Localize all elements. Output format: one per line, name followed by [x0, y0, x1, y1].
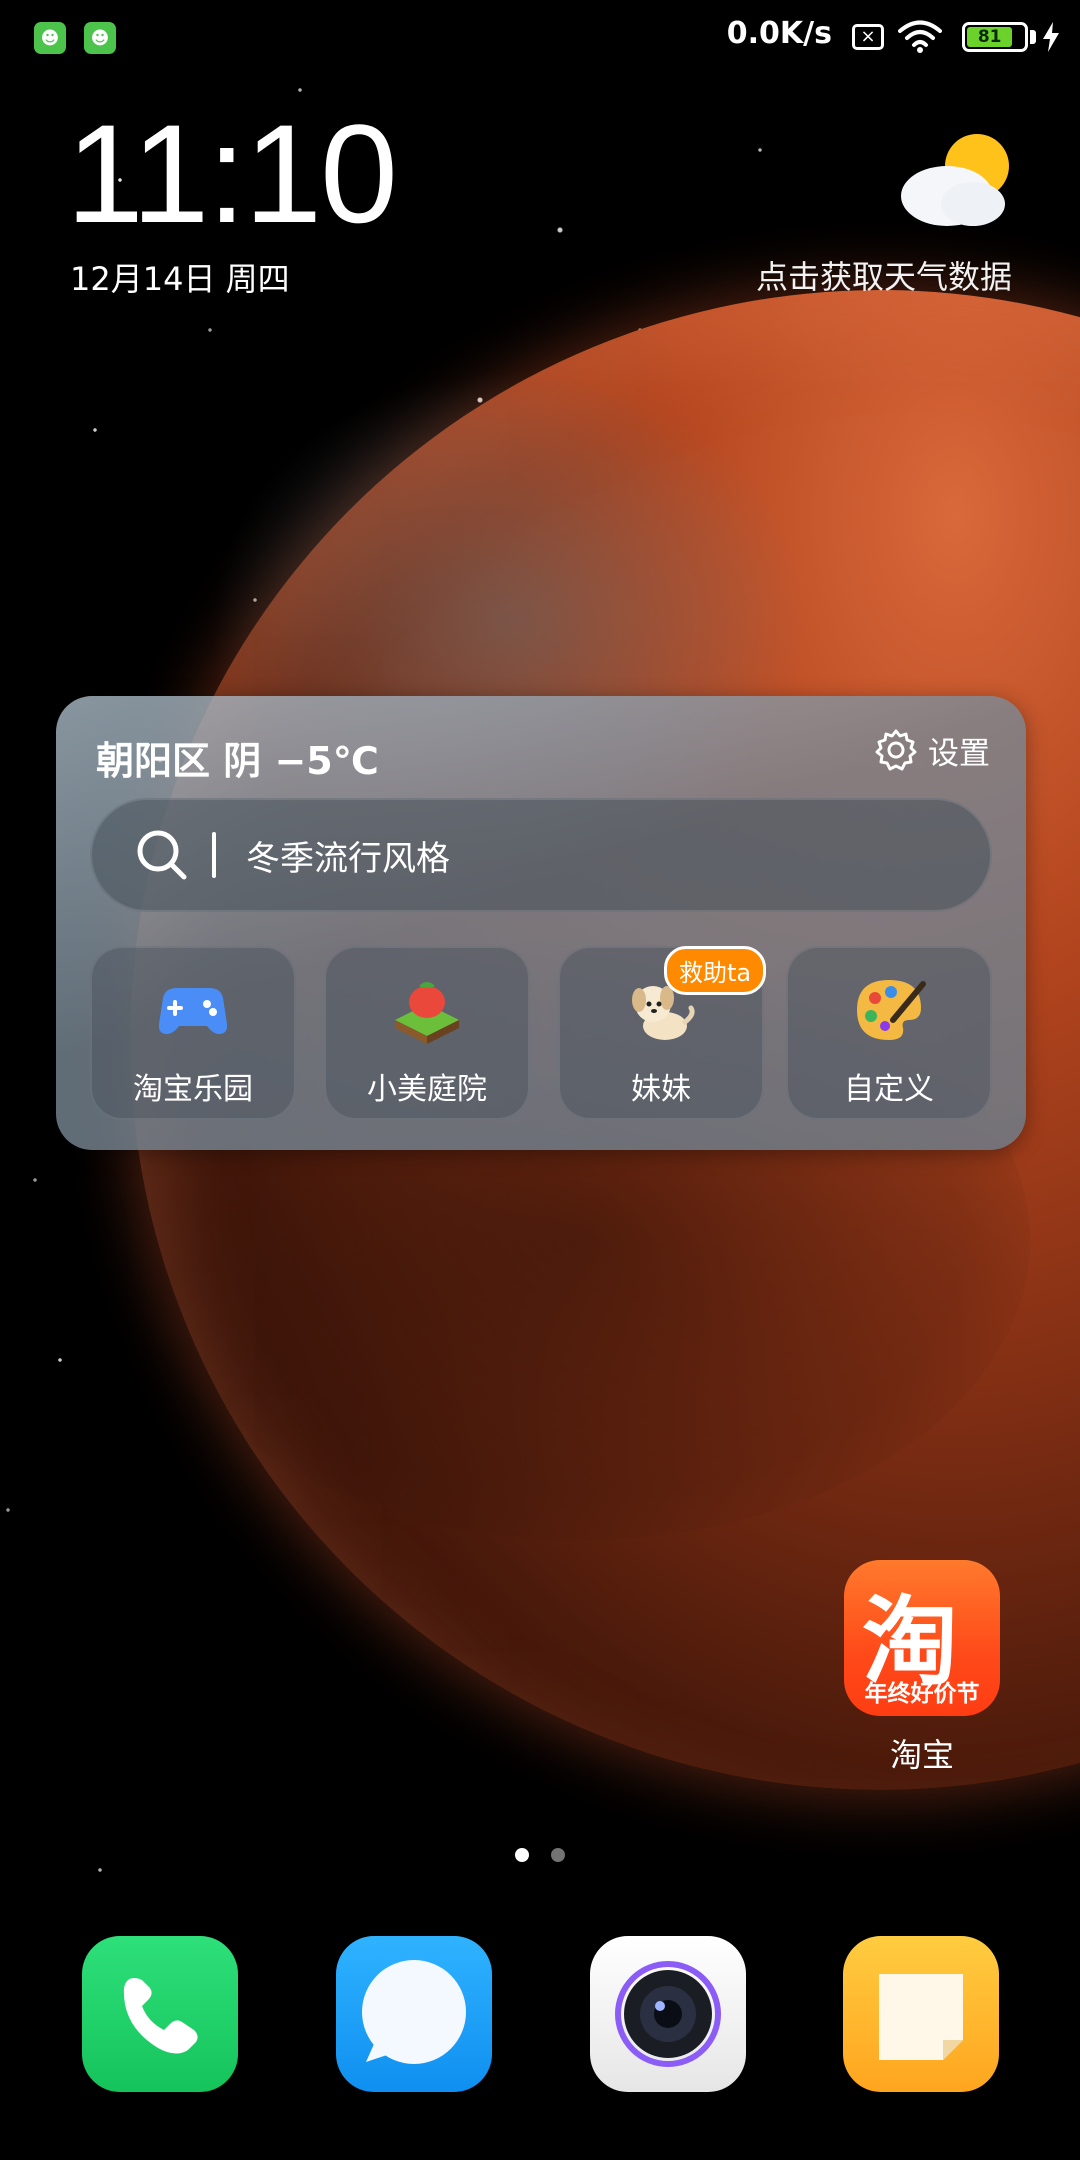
gear-icon	[875, 729, 917, 771]
dock-messages-app[interactable]	[336, 1936, 492, 2092]
taobao-app-icon: 淘 年终好价节	[844, 1560, 1000, 1716]
clock-time[interactable]: 11:10	[66, 104, 398, 244]
clock-date[interactable]: 12月14日 周四	[70, 254, 290, 300]
shortcut-label: 妹妹	[631, 1072, 691, 1107]
phone-icon	[123, 1978, 198, 2054]
dock-camera-app[interactable]	[590, 1936, 746, 2092]
partly-cloudy-icon[interactable]	[895, 130, 1015, 230]
page-indicator[interactable]	[0, 1848, 1080, 1862]
battery-icon: 81	[962, 22, 1028, 52]
notification-app-icon: ☻	[84, 22, 116, 54]
dock-notes-app[interactable]	[843, 1936, 999, 2092]
search-icon	[137, 830, 187, 880]
message-bubble-icon	[362, 1960, 466, 2064]
shortcut-label: 小美庭院	[367, 1072, 487, 1107]
app-label: 淘宝	[889, 1736, 954, 1774]
search-widget: 朝阳区 阴 −5℃ 设置 冬季流行风格 淘宝乐园 小美庭院 妹妹 救助ta 自定…	[56, 696, 1026, 1150]
charging-bolt-icon	[1043, 22, 1059, 52]
notes-icon	[879, 1974, 963, 2060]
taobao-promo-text: 年终好价节	[864, 1681, 980, 1707]
shortcut-taobao-paradise[interactable]: 淘宝乐园	[90, 946, 296, 1120]
wifi-icon	[898, 20, 942, 53]
shortcut-label: 自定义	[844, 1072, 934, 1107]
battery-cap	[1030, 30, 1036, 44]
camera-icon	[615, 1961, 721, 2067]
sim-none-icon: ×	[852, 24, 884, 50]
garden-icon	[395, 982, 459, 1044]
network-speed: 0.0K/s	[726, 16, 832, 51]
settings-label: 设置	[928, 735, 990, 772]
search-input[interactable]: 冬季流行风格	[90, 798, 992, 912]
shortcut-customize[interactable]: 自定义	[786, 946, 992, 1120]
battery-percent: 81	[977, 27, 1002, 47]
shortcut-xiaomei-garden[interactable]: 小美庭院	[324, 946, 530, 1120]
notification-app-icon: ☻	[34, 22, 66, 54]
shortcut-label: 淘宝乐园	[133, 1072, 253, 1107]
status-bar: ☻ ☻ 0.0K/s × 81	[0, 0, 1080, 76]
weather-prompt[interactable]: 点击获取天气数据	[756, 252, 1012, 298]
gamepad-icon	[158, 988, 228, 1034]
page-dot-current	[515, 1848, 529, 1862]
dock-phone-app[interactable]	[82, 1936, 238, 2092]
search-query-text: 冬季流行风格	[246, 838, 450, 879]
search-cursor	[212, 832, 216, 878]
page-dot	[551, 1848, 565, 1862]
rescue-badge: 救助ta	[664, 946, 767, 995]
widget-settings-button[interactable]: 设置	[874, 726, 990, 774]
taobao-app[interactable]: 淘 年终好价节 淘宝	[844, 1560, 1000, 1776]
battery-level-fill: 81	[967, 27, 1013, 47]
widget-weather-summary[interactable]: 朝阳区 阴 −5℃	[96, 730, 379, 785]
palette-icon	[857, 980, 926, 1040]
